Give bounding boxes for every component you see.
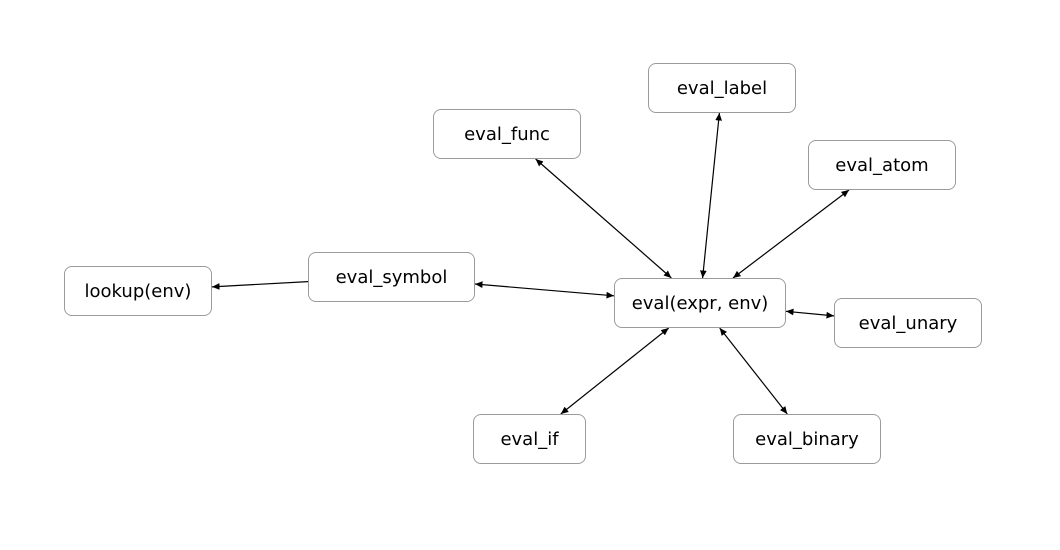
node-eval-if: eval_if	[473, 414, 586, 464]
node-label: eval_binary	[755, 429, 859, 450]
node-eval: eval(expr, env)	[614, 278, 786, 328]
node-eval-binary: eval_binary	[733, 414, 881, 464]
node-label: lookup(env)	[85, 281, 192, 302]
node-eval-label: eval_label	[648, 63, 796, 113]
node-label: eval_atom	[835, 155, 928, 176]
edge-eval-eval_binary	[720, 328, 788, 414]
edge-eval-eval_unary	[786, 311, 834, 316]
edge-eval-eval_if	[561, 328, 669, 414]
edge-eval-eval_func	[536, 159, 672, 278]
edge-eval_symbol-lookup	[212, 282, 308, 287]
node-label: eval_if	[500, 429, 558, 450]
node-eval-atom: eval_atom	[808, 140, 956, 190]
edge-eval-eval_atom	[733, 190, 849, 278]
node-label: eval(expr, env)	[632, 293, 769, 314]
node-eval-unary: eval_unary	[834, 298, 982, 348]
node-eval-symbol: eval_symbol	[308, 252, 475, 302]
node-label: eval_unary	[859, 313, 958, 334]
node-eval-func: eval_func	[433, 109, 581, 159]
node-label: eval_label	[677, 78, 767, 99]
node-label: eval_symbol	[336, 267, 448, 288]
node-lookup: lookup(env)	[64, 266, 212, 316]
edge-eval-eval_symbol	[475, 284, 614, 296]
node-label: eval_func	[464, 124, 550, 145]
edge-eval-eval_label	[703, 113, 720, 278]
